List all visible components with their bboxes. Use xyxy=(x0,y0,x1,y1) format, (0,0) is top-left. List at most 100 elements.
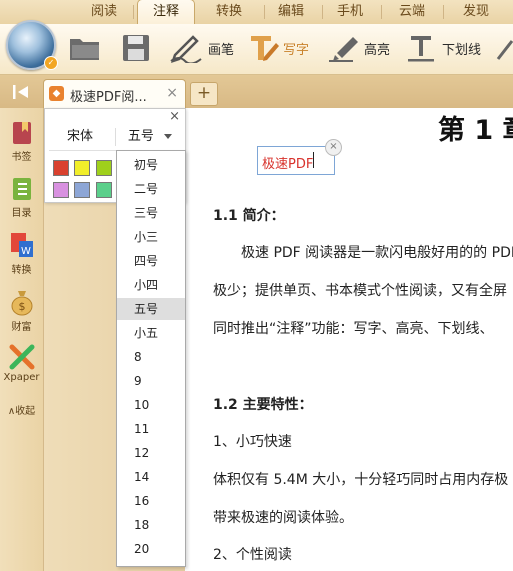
sidebar-label: 财富 xyxy=(11,322,32,333)
close-tab-icon[interactable]: × xyxy=(166,85,178,101)
font-size-option[interactable]: 18 xyxy=(117,514,185,536)
font-size-option[interactable]: 小五 xyxy=(117,322,185,344)
vip-badge-icon: ✓ xyxy=(44,56,58,70)
svg-text:$: $ xyxy=(18,300,25,313)
document-tab-title: 极速PDF阅... xyxy=(70,90,147,105)
menu-tab-strip: 阅读 注释 转换 编辑 手机 云端 发现 xyxy=(0,0,513,24)
more-tool-button[interactable] xyxy=(496,30,513,66)
user-avatar[interactable]: ✓ xyxy=(6,20,58,70)
sidebar-label: 转换 xyxy=(11,265,32,276)
tab-mobile[interactable]: 手机 xyxy=(326,0,374,23)
underline-label: 下划线 xyxy=(442,42,482,58)
text-cursor xyxy=(313,152,314,168)
color-swatch[interactable] xyxy=(53,182,69,198)
font-size-option[interactable]: 五号 xyxy=(117,298,185,320)
tab-read[interactable]: 阅读 xyxy=(80,0,128,23)
font-size-dropdown: 初号 二号 三号 小三 四号 小四 五号 小五 8 9 10 11 12 14 16 18 20 xyxy=(116,150,186,567)
text-annotation-value: 极速PDF xyxy=(262,157,314,172)
money-bag-icon: $ xyxy=(11,291,32,316)
toc-icon xyxy=(12,178,31,200)
new-tab-button[interactable]: + xyxy=(190,82,218,106)
font-size-option[interactable]: 16 xyxy=(117,490,185,512)
font-size-option[interactable]: 10 xyxy=(117,394,185,416)
text-annotation-box[interactable]: 极速PDF × xyxy=(257,139,342,175)
tab-edit[interactable]: 编辑 xyxy=(268,0,314,23)
font-size-option[interactable]: 小四 xyxy=(117,274,185,296)
font-size-option[interactable]: 11 xyxy=(117,418,185,440)
sidebar-item-toc[interactable]: 目录 xyxy=(0,176,43,219)
tab-cloud[interactable]: 云端 xyxy=(386,0,438,23)
paragraph-line: 同时推出“注释”功能：写字、高亮、下划线、 xyxy=(213,321,494,337)
tab-convert[interactable]: 转换 xyxy=(201,0,257,23)
chevron-down-icon xyxy=(164,133,173,139)
svg-text:W: W xyxy=(21,246,31,257)
underline-button[interactable]: 下划线 xyxy=(405,30,481,66)
delete-annotation-icon[interactable]: × xyxy=(325,139,342,156)
font-family-select[interactable]: 宋体 xyxy=(45,125,115,149)
xpaper-icon xyxy=(9,344,34,370)
tab-divider xyxy=(322,5,323,19)
pdf-file-icon: ◆ xyxy=(49,86,64,101)
paragraph-line: 体积仅有 5.4M 大小，十分轻巧同时占用内存极 xyxy=(213,472,509,488)
color-swatch[interactable] xyxy=(53,160,69,176)
font-size-option[interactable]: 二号 xyxy=(117,178,185,200)
tab-divider xyxy=(133,5,134,19)
write-text-label: 写字 xyxy=(283,42,310,58)
font-size-option[interactable]: 14 xyxy=(117,466,185,488)
font-size-option[interactable]: 9 xyxy=(117,370,185,392)
font-size-option[interactable]: 小三 xyxy=(117,226,185,248)
highlighter-icon xyxy=(329,37,358,62)
sidebar-collapse-button[interactable]: ∧收起 xyxy=(0,400,43,417)
sidebar-item-convert[interactable]: W 转换 xyxy=(0,231,43,276)
sidebar-label: 目录 xyxy=(11,208,32,219)
color-swatch[interactable] xyxy=(74,160,90,176)
next-tool-icon xyxy=(496,40,513,60)
font-size-option[interactable]: 三号 xyxy=(117,202,185,224)
font-size-option[interactable]: 8 xyxy=(117,346,185,368)
toolbar: ✓ 画笔 写字 高亮 下划线 xyxy=(0,20,513,75)
font-size-option[interactable]: 12 xyxy=(117,442,185,464)
font-size-option[interactable]: 初号 xyxy=(117,154,185,176)
sidebar-label: Xpaper xyxy=(3,372,40,383)
sidebar-item-xpaper[interactable]: Xpaper xyxy=(0,344,43,383)
bookmark-icon xyxy=(12,122,31,144)
close-popup-icon[interactable]: × xyxy=(169,109,180,124)
collapse-panel-button[interactable] xyxy=(6,80,36,104)
sidebar-item-bookmark[interactable]: 书签 xyxy=(0,120,43,163)
document-page: 第 1 章 极速PDF × 1.1 简介： 极速 PDF 阅读器是一款闪电般好用… xyxy=(187,108,513,571)
list-item: 1、小巧快速 xyxy=(213,434,292,450)
font-size-value: 五号 xyxy=(127,129,154,144)
paragraph-line: 带来极速的阅读体验。 xyxy=(213,510,353,526)
sidebar-label: 书签 xyxy=(11,152,32,163)
document-tab[interactable]: ◆ 极速PDF阅... × xyxy=(43,79,186,109)
sidebar-collapse-label: ∧收起 xyxy=(7,406,36,417)
pen-icon xyxy=(170,35,202,63)
open-file-button[interactable] xyxy=(68,30,102,66)
tab-discover[interactable]: 发现 xyxy=(448,0,504,23)
pen-tool-button[interactable]: 画笔 xyxy=(169,30,234,66)
tab-annotate[interactable]: 注释 xyxy=(137,0,195,24)
color-swatch[interactable] xyxy=(74,182,90,198)
sidebar-item-wealth[interactable]: $ 财富 xyxy=(0,288,43,333)
paragraph-line: 极速 PDF 阅读器是一款闪电般好用的的 PDF xyxy=(241,245,513,261)
left-sidebar: 书签 目录 W 转换 $ 财富 Xpaper ∧收起 xyxy=(0,108,44,571)
paragraph-line: 极少；提供单页、书本模式个性阅读，又有全屏 xyxy=(213,283,507,299)
font-size-option[interactable]: 20 xyxy=(117,538,185,560)
highlight-button[interactable]: 高亮 xyxy=(327,30,390,66)
write-text-icon xyxy=(251,36,279,61)
folder-icon xyxy=(70,39,99,60)
font-size-option[interactable]: 四号 xyxy=(117,250,185,272)
section-heading: 1.2 主要特性： xyxy=(213,397,313,413)
list-item: 2、个性阅读 xyxy=(213,547,292,563)
pdf-to-word-icon: W xyxy=(10,233,33,257)
color-swatch[interactable] xyxy=(96,182,112,198)
tab-divider xyxy=(381,5,382,19)
underline-icon xyxy=(408,36,434,62)
write-text-button[interactable]: 写字 xyxy=(248,30,309,66)
save-button[interactable] xyxy=(121,30,151,66)
font-size-select[interactable]: 五号 xyxy=(115,125,185,149)
color-swatch[interactable] xyxy=(96,160,112,176)
save-icon xyxy=(123,35,149,61)
tab-divider xyxy=(264,5,265,19)
pen-label: 画笔 xyxy=(208,42,235,58)
